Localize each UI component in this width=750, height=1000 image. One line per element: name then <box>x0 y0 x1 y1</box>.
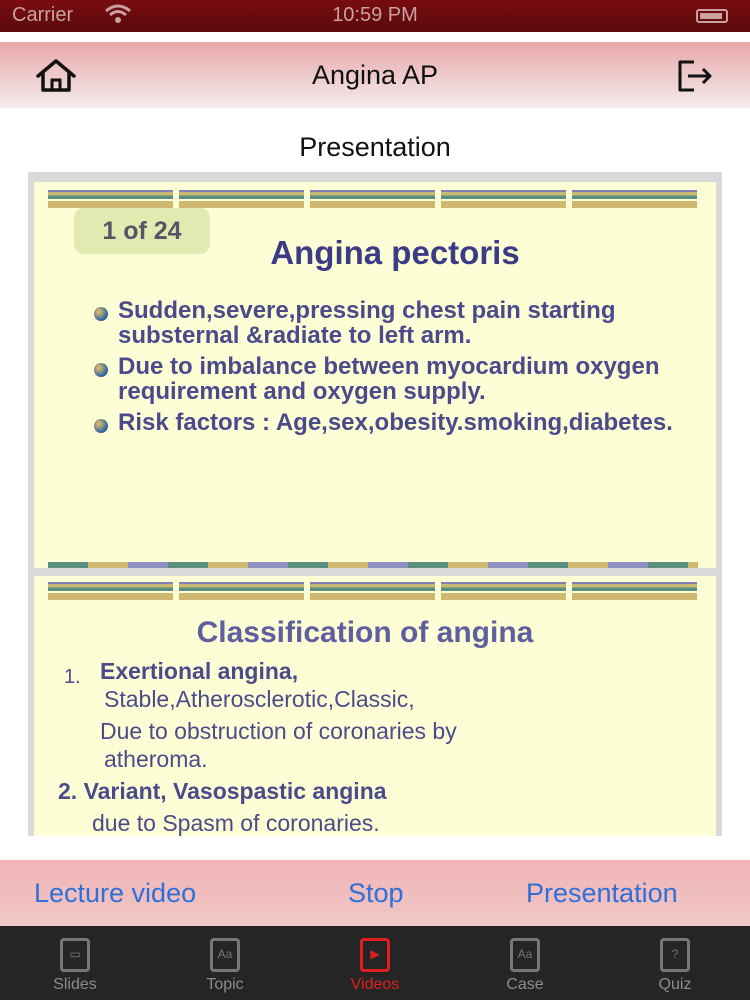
page-title: Angina AP <box>311 60 439 90</box>
status-bar: Carrier 10:59 PM <box>0 0 750 32</box>
slide-decoration <box>48 582 697 600</box>
bullet-list: Sudden,severe,pressing chest pain starti… <box>94 298 694 441</box>
section-title: Presentation <box>299 132 451 162</box>
quiz-icon: ? <box>660 938 690 972</box>
slide-card[interactable]: 1 of 24 Angina pectoris Sudden,severe,pr… <box>34 182 716 568</box>
tab-case[interactable]: Aa Case <box>450 926 600 1000</box>
presentation-button[interactable]: Presentation <box>526 878 678 909</box>
media-action-bar: Lecture video Stop Presentation <box>0 860 750 926</box>
tab-bar: ▭ Slides Aa Topic ▶ Videos Aa Case ? Qui… <box>0 926 750 1000</box>
list-item-text: atheroma. <box>104 746 208 772</box>
tab-slides[interactable]: ▭ Slides <box>0 926 150 1000</box>
topic-icon: Aa <box>210 938 240 972</box>
lecture-video-button[interactable]: Lecture video <box>34 878 196 909</box>
stop-button[interactable]: Stop <box>348 878 404 909</box>
list-item: Sudden,severe,pressing chest pain starti… <box>94 298 694 348</box>
tab-quiz[interactable]: ? Quiz <box>600 926 750 1000</box>
list-item-text: Due to obstruction of coronaries by <box>100 718 457 744</box>
logout-icon[interactable] <box>672 56 716 96</box>
bullet-icon <box>94 307 108 321</box>
list-item-text: Stable,Atherosclerotic,Classic, <box>104 686 415 712</box>
slide-heading: Angina pectoris <box>270 234 520 271</box>
battery-icon <box>696 9 728 23</box>
clock: 10:59 PM <box>332 4 418 26</box>
list-item-title: 2. Variant, Vasospastic angina <box>58 778 387 804</box>
slide-decoration <box>48 562 698 568</box>
list-item-title: Exertional angina, <box>100 658 299 684</box>
list-number: 1. <box>64 666 81 688</box>
slides-icon: ▭ <box>60 938 90 972</box>
list-item-text: due to Spasm of coronaries. <box>92 810 380 836</box>
list-item: Risk factors : Age,sex,obesity.smoking,d… <box>94 410 694 435</box>
bullet-icon <box>94 363 108 377</box>
case-icon: Aa <box>510 938 540 972</box>
slide-heading: Classification of angina <box>196 616 534 649</box>
tab-videos[interactable]: ▶ Videos <box>300 926 450 1000</box>
slides-scroll-area[interactable]: 1 of 24 Angina pectoris Sudden,severe,pr… <box>28 172 722 836</box>
slide-card[interactable]: Classification of angina 1. Exertional a… <box>34 576 716 836</box>
list-item: Due to imbalance between myocardium oxyg… <box>94 354 694 404</box>
videos-icon: ▶ <box>360 938 390 972</box>
slide-decoration <box>48 190 697 208</box>
tab-topic[interactable]: Aa Topic <box>150 926 300 1000</box>
navigation-bar: Angina AP <box>0 42 750 108</box>
bullet-icon <box>94 419 108 433</box>
